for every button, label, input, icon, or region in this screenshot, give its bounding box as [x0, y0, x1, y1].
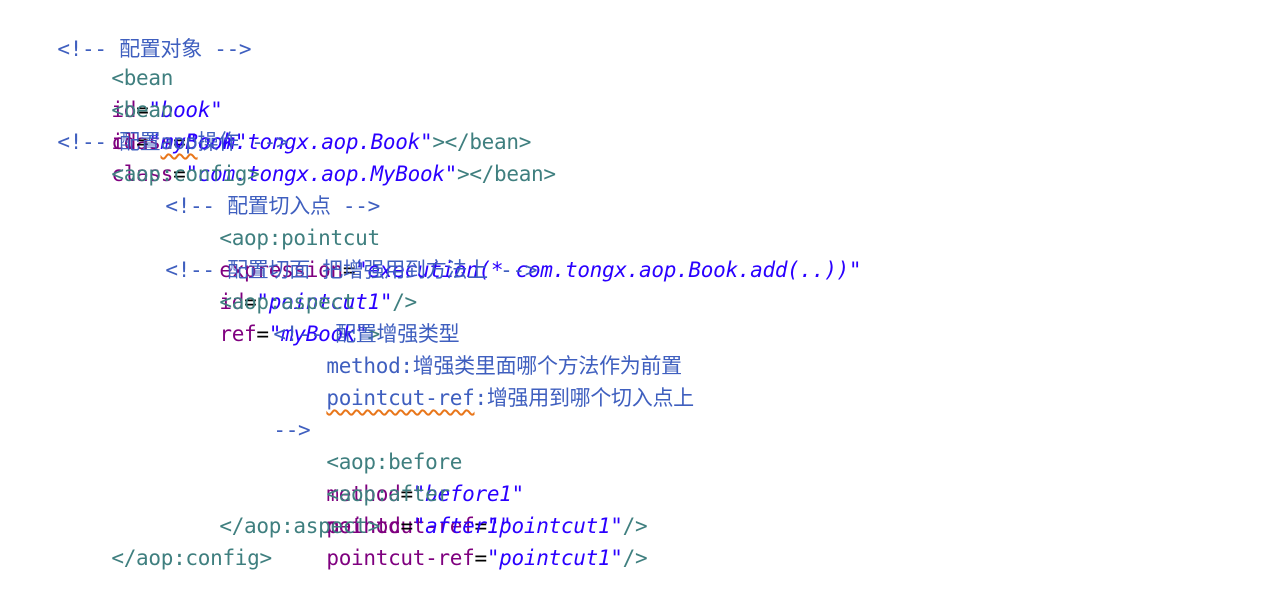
- code-line[interactable]: <!-- 配置对象 -->: [8, 1, 251, 61]
- code-line[interactable]: <aop:pointcut expression="execution(* co…: [170, 190, 861, 314]
- code-line[interactable]: </aop:config>: [62, 510, 272, 570]
- xml-tag-close: />: [622, 514, 648, 538]
- xml-tag-close: />: [622, 546, 648, 570]
- xml-attr-value: "pointcut1": [486, 546, 623, 570]
- xml-attr-name: pointcut-ref: [326, 546, 475, 570]
- code-line[interactable]: <!-- 配置aop操作 -->: [8, 94, 288, 154]
- code-line[interactable]: pointcut-ref:增强用到哪个切入点上: [277, 350, 694, 410]
- code-line[interactable]: <!-- 配置增强类型: [224, 286, 459, 346]
- code-line[interactable]: <!-- 配置切面 把增强用到方法上 -->: [116, 222, 537, 282]
- code-line[interactable]: -->: [224, 382, 310, 442]
- code-line[interactable]: <aop:after method="after1" pointcut-ref=…: [277, 446, 647, 570]
- code-line[interactable]: <aop:before method="before1" pointcut-re…: [277, 414, 647, 538]
- code-line[interactable]: <aop:aspect ref="myBook">: [170, 254, 380, 346]
- xml-tag: </aop:config>: [111, 546, 272, 570]
- code-line[interactable]: <bean id="myBook" class="com.tongx.aop.M…: [62, 62, 556, 186]
- code-line[interactable]: <bean id="book" class="com.tongx.aop.Boo…: [62, 30, 531, 154]
- code-line[interactable]: method:增强类里面哪个方法作为前置: [277, 318, 682, 378]
- xml-attr-value: "after1": [412, 514, 512, 538]
- spellcheck-underline: pointcut-ref: [326, 386, 475, 410]
- equals-sign: =: [400, 514, 413, 538]
- equals-sign: =: [474, 546, 488, 570]
- code-line[interactable]: <!-- 配置切入点 -->: [116, 158, 380, 218]
- code-editor[interactable]: <!-- 配置对象 --> <bean id="book" class="com…: [0, 0, 1288, 570]
- code-line[interactable]: </aop:aspect>: [170, 478, 380, 538]
- xml-comment: :增强用到哪个切入点上: [474, 386, 695, 410]
- xml-tag-close: ></bean>: [457, 162, 556, 186]
- code-line[interactable]: <aop:config>: [62, 126, 259, 186]
- xml-tag-close: ></bean>: [432, 130, 532, 154]
